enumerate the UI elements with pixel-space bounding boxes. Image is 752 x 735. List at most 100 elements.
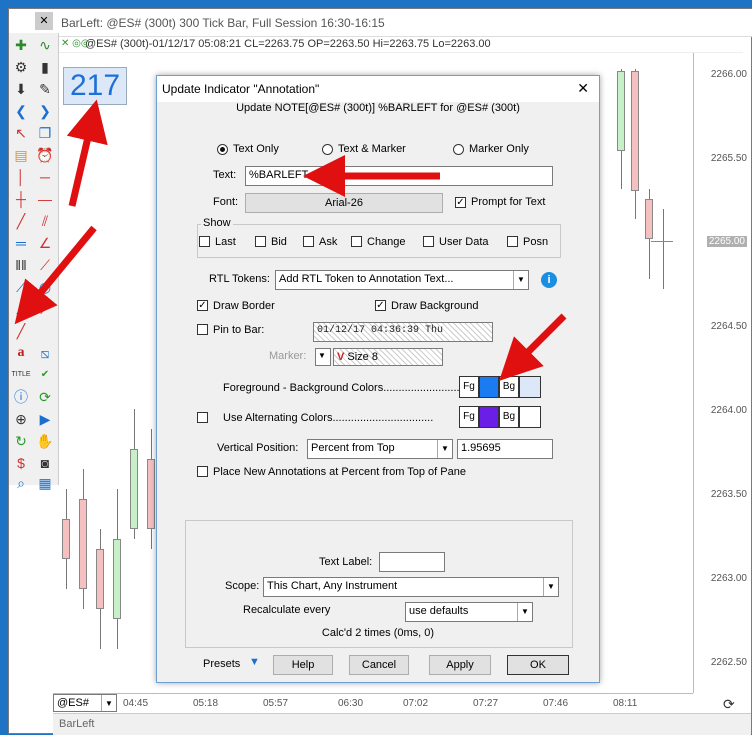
close-icon[interactable]: ✕ — [577, 80, 589, 97]
alt-bg-color-swatch[interactable] — [519, 406, 541, 428]
alarm-icon[interactable]: ⏰ — [35, 145, 55, 165]
text-label-input[interactable] — [379, 552, 445, 572]
candle — [147, 459, 155, 529]
hand-icon[interactable]: ✋ — [35, 431, 55, 451]
diagonal-icon[interactable]: ⧅ — [35, 343, 55, 363]
fan-icon[interactable]: ⟋ — [35, 255, 55, 275]
show-user-data-checkbox[interactable] — [423, 236, 434, 247]
help-button[interactable]: Help — [273, 655, 333, 675]
price-label: 2264.00 — [710, 405, 747, 416]
zoom-icon[interactable]: ⊕ — [11, 409, 31, 429]
bottom-bar: @ES# ▼ BarLeft ⟳ — [53, 694, 751, 735]
note-icon[interactable]: ▤ — [11, 145, 31, 165]
info-icon[interactable]: i — [541, 272, 557, 288]
dollar-icon[interactable]: $ — [11, 453, 31, 473]
chevron-right-icon[interactable]: ❯ — [35, 101, 55, 121]
parallel-lines-icon[interactable]: ⫽ — [35, 211, 55, 231]
hline-icon[interactable]: — — [35, 189, 55, 209]
crosshair-icon[interactable]: ┼ — [11, 189, 31, 209]
refresh-icon[interactable]: ⟳ — [35, 387, 55, 407]
vertical-position-select[interactable]: Percent from Top ▼ — [307, 439, 453, 459]
draw-border-checkbox[interactable]: ✓ — [197, 300, 208, 311]
marker-select[interactable]: ▼ — [315, 348, 331, 366]
pin-date-input[interactable]: 01/12/17 04:36:39 Thu — [313, 322, 493, 342]
chart-title: BarLeft: @ES# (300t) 300 Tick Bar, Full … — [61, 16, 385, 30]
spellcheck-icon[interactable]: ✔ — [35, 365, 55, 385]
bg-color-swatch[interactable] — [519, 376, 541, 398]
show-bid-checkbox[interactable] — [255, 236, 266, 247]
apply-button[interactable]: Apply — [429, 655, 491, 675]
ray-icon[interactable]: ╱ — [11, 321, 31, 341]
alt-fg-color-swatch[interactable] — [479, 406, 499, 428]
alt-colors-checkbox[interactable] — [197, 412, 208, 423]
price-label: 2263.00 — [710, 573, 747, 584]
draw-background-checkbox[interactable]: ✓ — [375, 300, 386, 311]
close-tick — [651, 241, 673, 242]
play-icon[interactable]: ▶ — [35, 409, 55, 429]
search-icon[interactable]: ⌕ — [11, 473, 31, 493]
bars-icon[interactable]: ‖‖ — [11, 255, 31, 275]
chevron-down-icon[interactable]: ▼ — [249, 656, 260, 668]
show-posn-checkbox[interactable] — [507, 236, 518, 247]
font-button[interactable]: Arial-26 — [245, 193, 443, 213]
regression-icon[interactable]: ⟋ — [11, 277, 31, 297]
text-input[interactable]: %BARLEFT — [245, 166, 553, 186]
candle — [130, 449, 138, 529]
radio-text-marker[interactable] — [322, 144, 333, 155]
alt-fg-swatch-label[interactable]: Fg — [459, 406, 479, 428]
vertical-line-icon[interactable]: │ — [11, 167, 31, 187]
close-icon[interactable]: ✕ — [35, 12, 53, 30]
fg-color-swatch[interactable] — [479, 376, 499, 398]
trendline-icon[interactable]: ╱ — [11, 211, 31, 231]
grid-icon[interactable]: ▦ — [35, 473, 55, 493]
bg-swatch-label[interactable]: Bg — [499, 376, 519, 398]
rtl-tokens-select[interactable]: Add RTL Token to Annotation Text... ▼ — [275, 270, 529, 290]
show-item-label: Change — [367, 236, 406, 248]
place-new-checkbox[interactable] — [197, 466, 208, 477]
channel-icon[interactable]: ⟋ — [11, 299, 31, 319]
pencil-icon[interactable]: ✎ — [35, 79, 55, 99]
vertical-position-value: Percent from Top — [311, 442, 395, 454]
gear-icon[interactable]: ⚙ — [11, 57, 31, 77]
download-icon[interactable]: ⬇ — [11, 79, 31, 99]
prompt-checkbox[interactable]: ✓ — [455, 197, 466, 208]
camera-icon[interactable]: ◙ — [35, 453, 55, 473]
pitchfork-icon[interactable]: ⟋ — [35, 299, 55, 319]
refresh-icon[interactable]: ⟳ — [723, 696, 741, 712]
add-indicator-icon[interactable]: ✚ — [11, 35, 31, 55]
presets-label[interactable]: Presets — [203, 658, 240, 670]
annotation-value[interactable]: 217 — [63, 67, 127, 105]
vertical-position-input[interactable]: 1.95695 — [457, 439, 553, 459]
radio-text-only[interactable] — [217, 144, 228, 155]
fg-swatch-label[interactable]: Fg — [459, 376, 479, 398]
alt-bg-swatch-label[interactable]: Bg — [499, 406, 519, 428]
sheet-tab[interactable]: BarLeft — [59, 718, 94, 730]
recalc-select[interactable]: use defaults ▼ — [405, 602, 533, 622]
equal-lines-icon[interactable]: ═ — [11, 233, 31, 253]
chevron-left-icon[interactable]: ❮ — [11, 101, 31, 121]
title-icon[interactable]: TITLE — [11, 365, 31, 385]
scope-select[interactable]: This Chart, Any Instrument ▼ — [263, 577, 559, 597]
wave-icon[interactable]: ∿ — [35, 35, 55, 55]
trash-icon[interactable]: ▮ — [35, 57, 55, 77]
ok-button[interactable]: OK — [507, 655, 569, 675]
cancel-button[interactable]: Cancel — [349, 655, 409, 675]
pointer-icon[interactable]: ↖ — [11, 123, 31, 143]
angle-icon[interactable]: ∠ — [35, 233, 55, 253]
time-label: 05:57 — [263, 698, 289, 709]
symbol-select[interactable]: @ES# ▼ — [53, 694, 117, 712]
show-ask-checkbox[interactable] — [303, 236, 314, 247]
annotation-icon[interactable]: a — [11, 343, 31, 363]
reload-icon[interactable]: ↻ — [11, 431, 31, 451]
show-item-label: Ask — [319, 236, 338, 248]
show-last-checkbox[interactable] — [199, 236, 210, 247]
windows-icon[interactable]: ❐ — [35, 123, 55, 143]
show-change-checkbox[interactable] — [351, 236, 362, 247]
spiral-icon[interactable]: ◎ — [35, 277, 55, 297]
radio-marker-only[interactable] — [453, 144, 464, 155]
info-icon[interactable]: ⓘ — [11, 387, 31, 407]
pin-to-bar-checkbox[interactable] — [197, 324, 208, 335]
price-label: 2265.50 — [710, 153, 747, 164]
horizontal-line-icon[interactable]: ─ — [35, 167, 55, 187]
marker-size-select[interactable]: V Size 8 — [333, 348, 443, 366]
